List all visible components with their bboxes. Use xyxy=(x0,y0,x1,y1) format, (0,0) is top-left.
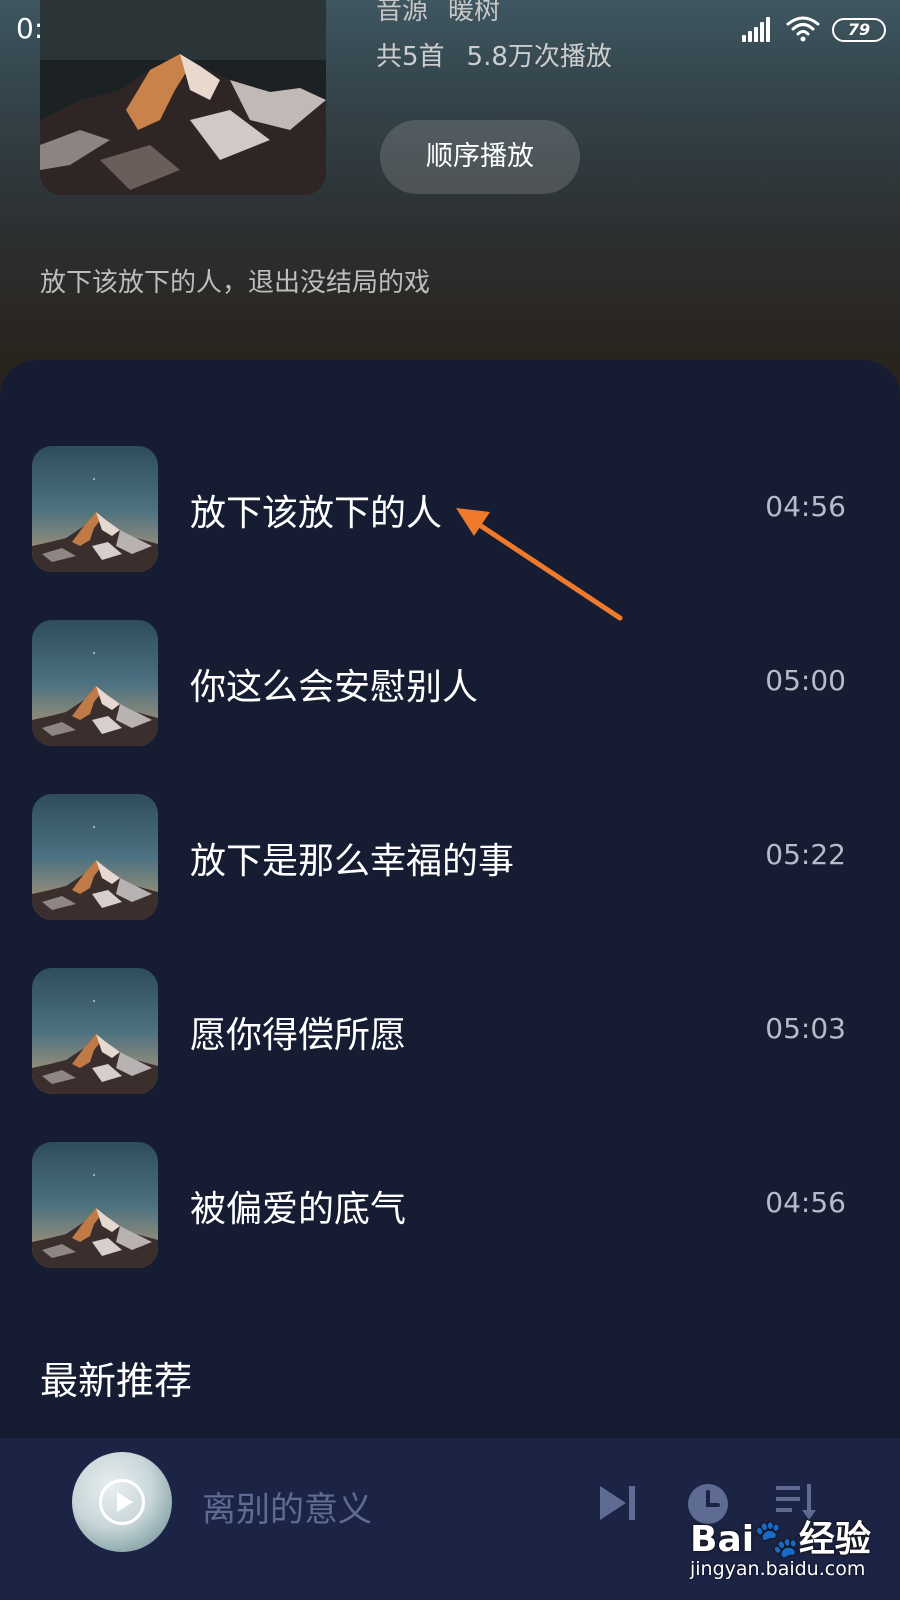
album-description: 放下该放下的人，退出没结局的戏 xyxy=(40,268,431,298)
song-thumbnail xyxy=(32,446,158,572)
battery-icon: 79 xyxy=(832,18,886,42)
watermark-logo: Bai🐾经验 xyxy=(690,1519,871,1560)
now-playing-title[interactable]: 离别的意义 xyxy=(202,1482,372,1531)
song-duration: 04:56 xyxy=(765,490,846,523)
wifi-icon xyxy=(786,16,820,42)
play-icon[interactable] xyxy=(99,1479,145,1525)
song-row[interactable]: 被偏爱的底气 04:56 xyxy=(0,1142,900,1272)
song-duration: 05:00 xyxy=(765,664,846,697)
song-duration: 05:03 xyxy=(765,1012,846,1045)
signal-icon xyxy=(742,16,774,42)
song-row[interactable]: 放下是那么幸福的事 05:22 xyxy=(0,794,900,924)
watermark-url: jingyan.baidu.com xyxy=(690,1558,866,1580)
song-title: 愿你得偿所愿 xyxy=(190,1015,407,1056)
source-name[interactable]: 暖树 xyxy=(448,0,500,26)
now-playing-cover[interactable] xyxy=(72,1452,172,1552)
song-title: 被偏爱的底气 xyxy=(190,1189,407,1230)
song-title: 你这么会安慰别人 xyxy=(190,667,479,708)
source-label: 音源 xyxy=(376,0,429,26)
song-thumbnail xyxy=(32,794,158,920)
song-duration: 05:22 xyxy=(765,838,846,871)
next-track-icon[interactable] xyxy=(598,1484,638,1522)
play-count: 5.8万次播放 xyxy=(466,42,612,72)
song-row[interactable]: 愿你得偿所愿 05:03 xyxy=(0,968,900,1098)
song-title: 放下该放下的人 xyxy=(190,493,443,534)
album-source[interactable]: 音源 暖树 xyxy=(376,0,500,27)
song-count: 共5首 xyxy=(376,42,445,72)
song-thumbnail xyxy=(32,968,158,1094)
play-order-button[interactable]: 顺序播放 xyxy=(380,120,580,194)
section-title-latest: 最新推荐 xyxy=(40,1359,193,1403)
song-duration: 04:56 xyxy=(765,1186,846,1219)
song-thumbnail xyxy=(32,1142,158,1268)
song-title: 放下是那么幸福的事 xyxy=(190,841,515,882)
baidu-jingyan-watermark: Bai🐾经验 jingyan.baidu.com xyxy=(690,1510,890,1590)
album-cover xyxy=(40,0,326,195)
song-row[interactable]: 你这么会安慰别人 05:00 xyxy=(0,620,900,750)
annotation-arrow-icon xyxy=(456,508,623,621)
album-meta: 共5首 5.8万次播放 xyxy=(376,36,612,73)
song-thumbnail xyxy=(32,620,158,746)
